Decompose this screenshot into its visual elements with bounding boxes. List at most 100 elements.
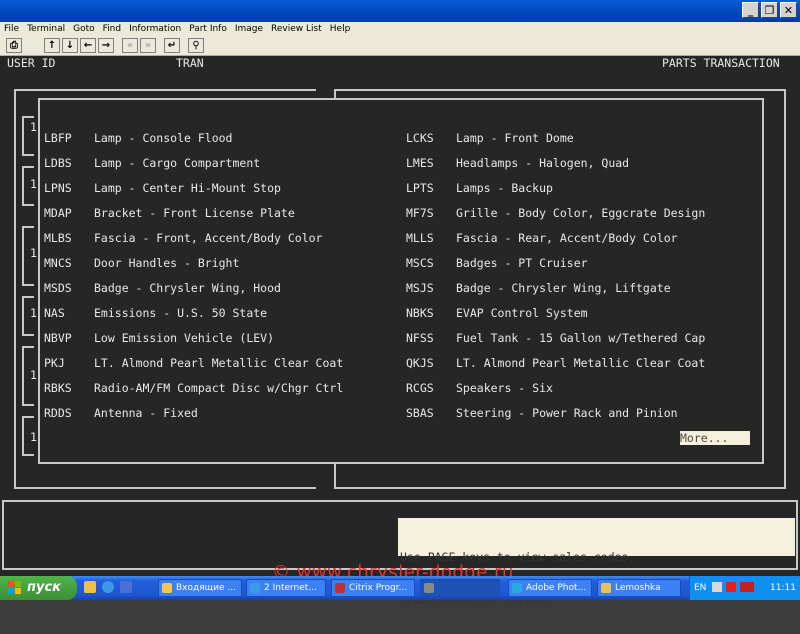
more-link[interactable]: More... — [680, 431, 750, 445]
side-number: 1 — [30, 246, 37, 260]
screen-title: PARTS TRANSACTION — [662, 56, 780, 70]
menu-terminal[interactable]: Terminal — [23, 24, 69, 34]
menu-help[interactable]: Help — [326, 24, 355, 34]
arrow-up-icon[interactable]: ↑ — [44, 38, 60, 53]
menu-image[interactable]: Image — [231, 24, 267, 34]
user-id-label: USER ID — [7, 56, 56, 70]
taskbar-item-label: Adobe Phot... — [526, 583, 587, 593]
sales-code-description: Antenna - Fixed — [94, 406, 198, 420]
menu-find[interactable]: Find — [99, 24, 125, 34]
sales-code: LPNS — [44, 181, 72, 195]
sales-code: MDAP — [44, 206, 72, 220]
taskbar-item[interactable]: Adobe Phot... — [508, 579, 592, 597]
sales-code-description: Lamp - Center Hi-Mount Stop — [94, 181, 281, 195]
quick-launch-icon[interactable] — [84, 581, 96, 593]
taskbar-item[interactable]: 2 Internet... — [246, 579, 326, 597]
ati-icon[interactable] — [740, 582, 754, 592]
sales-code: SBAS — [406, 406, 434, 420]
sales-code: MSJS — [406, 281, 434, 295]
sales-code: RCGS — [406, 381, 434, 395]
sales-code-description: Low Emission Vehicle (LEV) — [94, 331, 275, 345]
sales-code: RBKS — [44, 381, 72, 395]
sales-code: LCKS — [406, 131, 434, 145]
sales-code: LDBS — [44, 156, 72, 170]
taskbar-item-label: 2 Internet... — [264, 583, 317, 593]
side-number: 1 — [30, 177, 37, 191]
magnifier-icon[interactable]: ⚲ — [188, 38, 204, 53]
taskbar-item[interactable]: Входящие ... — [158, 579, 242, 597]
language-indicator[interactable]: EN — [694, 583, 706, 593]
menu-review-list[interactable]: Review List — [267, 24, 326, 34]
menu-file[interactable]: File — [0, 24, 23, 34]
sales-code-description: Lamps - Backup — [456, 181, 553, 195]
arrow-down-icon[interactable]: ↓ — [62, 38, 78, 53]
taskbar-item-label: Lemoshka — [615, 583, 661, 593]
antivirus-icon[interactable] — [726, 582, 736, 592]
menu-bar: File Terminal Goto Find Information Part… — [0, 22, 800, 36]
sales-code: PKJ — [44, 356, 65, 370]
menu-part-info[interactable]: Part Info — [185, 24, 231, 34]
app-icon — [335, 583, 345, 593]
sales-code: LPTS — [406, 181, 434, 195]
sales-code: NBVP — [44, 331, 72, 345]
sales-code-description: Door Handles - Bright — [94, 256, 240, 270]
app-icon — [601, 583, 611, 593]
sales-code: MSDS — [44, 281, 72, 295]
sales-code: MLBS — [44, 231, 72, 245]
sales-code-description: Speakers - Six — [456, 381, 553, 395]
restore-button[interactable]: ❐ — [761, 2, 778, 18]
sales-code-description: Badges - PT Cruiser — [456, 256, 588, 270]
side-number: 1 — [30, 120, 37, 134]
ie-icon[interactable] — [102, 581, 114, 593]
sales-code-description: Emissions - U.S. 50 State — [94, 306, 268, 320]
taskbar-item[interactable]: Lemoshka — [597, 579, 681, 597]
sales-code-description: Lamp - Front Dome — [456, 131, 574, 145]
sales-code-description: Fascia - Front, Accent/Body Color — [94, 231, 323, 245]
taskbar-item[interactable] — [420, 579, 500, 597]
sales-code-description: EVAP Control System — [456, 306, 588, 320]
start-button[interactable]: пуск — [0, 576, 77, 600]
sales-code-description: Lamp - Console Flood — [94, 131, 233, 145]
app-icon — [424, 583, 434, 593]
rewind-icon[interactable]: « — [122, 38, 138, 53]
sales-code-description: Steering - Power Rack and Pinion — [456, 406, 678, 420]
arrow-right-icon[interactable]: → — [98, 38, 114, 53]
sales-code: MF7S — [406, 206, 434, 220]
sales-code: QKJS — [406, 356, 434, 370]
sales-code-description: Grille - Body Color, Eggcrate Design — [456, 206, 706, 220]
sales-code: NBKS — [406, 306, 434, 320]
sales-code: NFSS — [406, 331, 434, 345]
fast-forward-icon[interactable]: » — [140, 38, 156, 53]
sales-code: MNCS — [44, 256, 72, 270]
network-icon[interactable] — [712, 582, 722, 592]
app-icon — [162, 583, 172, 593]
taskbar: пуск Входящие ... 2 Internet... Citrix Pro… — [0, 576, 800, 600]
windows-logo-icon — [8, 581, 21, 594]
printer-icon[interactable]: ⎙ — [6, 38, 22, 53]
close-button[interactable]: ✕ — [780, 2, 797, 18]
side-number: 1 — [30, 368, 37, 382]
app-icon — [250, 583, 260, 593]
sales-code: RDDS — [44, 406, 72, 420]
start-label: пуск — [27, 580, 61, 595]
menu-goto[interactable]: Goto — [69, 24, 99, 34]
taskbar-item[interactable]: Citrix Progr... — [331, 579, 415, 597]
message-box: Use PAGE keys to view sales codes, Press… — [398, 518, 795, 606]
terminal-screen: USER ID TRAN PARTS TRANSACTION 1 1 1 1 1… — [0, 56, 800, 606]
sales-code-description: LT. Almond Pearl Metallic Clear Coat — [94, 356, 344, 370]
side-number: 1 — [30, 306, 37, 320]
minimize-button[interactable]: _ — [742, 2, 759, 18]
menu-information[interactable]: Information — [125, 24, 185, 34]
arrow-left-icon[interactable]: ← — [80, 38, 96, 53]
sales-code-description: LT. Almond Pearl Metallic Clear Coat — [456, 356, 706, 370]
sales-code-description: Radio-AM/FM Compact Disc w/Chgr Ctrl — [94, 381, 344, 395]
window-title-bar: _ ❐ ✕ — [0, 0, 800, 22]
sales-code-description: Headlamps - Halogen, Quad — [456, 156, 630, 170]
system-tray: EN 11:11 — [689, 576, 800, 600]
sales-code: MLLS — [406, 231, 434, 245]
sales-code: LMES — [406, 156, 434, 170]
return-icon[interactable]: ↵ — [164, 38, 180, 53]
sales-code-description: Bracket - Front License Plate — [94, 206, 295, 220]
taskbar-item-label: Входящие ... — [176, 583, 236, 593]
desktop-icon[interactable] — [120, 581, 132, 593]
